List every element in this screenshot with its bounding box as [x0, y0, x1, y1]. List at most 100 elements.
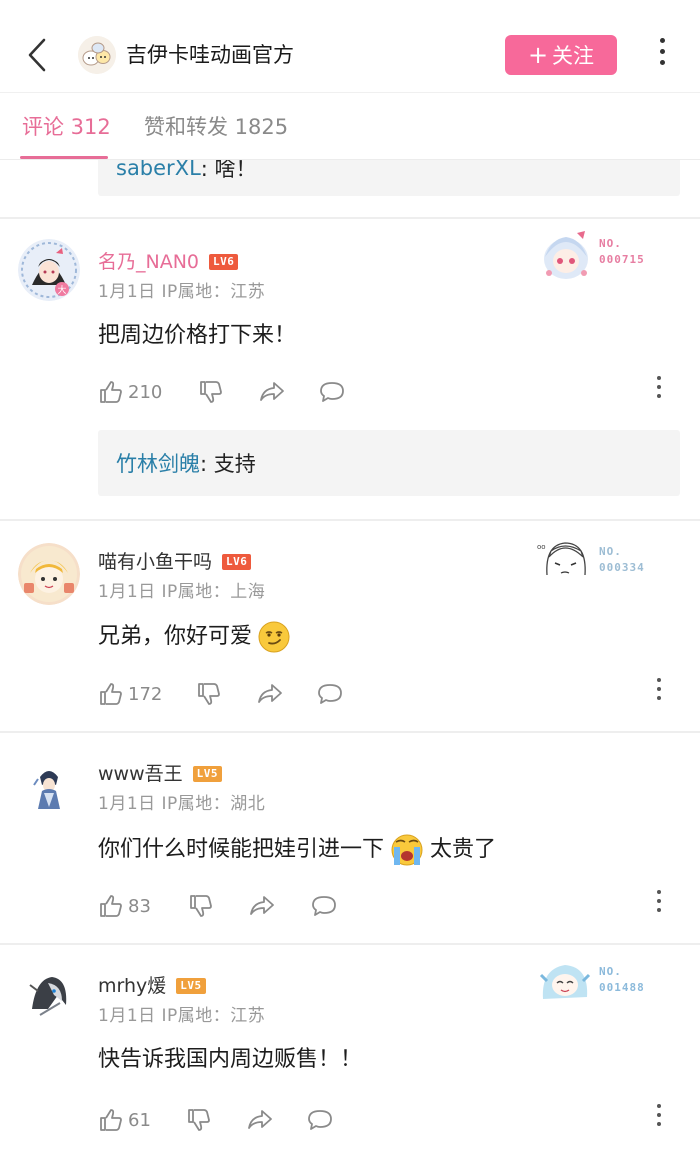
- comment-meta: 1月1日 IP属地：江苏: [98, 1006, 266, 1026]
- fan-medal[interactable]: oo NO. 000334: [535, 535, 665, 597]
- author-name[interactable]: mrhy煖: [98, 973, 166, 999]
- comment-item: mrhy煖 LV5 1月1日 IP属地：江苏 快告诉我国内周边贩售！！ NO. …: [0, 945, 700, 1161]
- svg-text:大: 大: [57, 284, 66, 296]
- comment-item: www吾王 LV5 1月1日 IP属地：湖北 你们什么时候能把娃引进一下 太贵了…: [0, 733, 700, 943]
- level-badge: LV5: [176, 978, 206, 994]
- avatar[interactable]: [18, 965, 80, 1027]
- level-badge: LV6: [209, 254, 239, 270]
- thumbs-up-icon: [100, 895, 122, 917]
- share-button[interactable]: [248, 890, 276, 922]
- share-icon: [250, 896, 274, 915]
- reply-preview[interactable]: saberXL : 啥！: [98, 160, 680, 196]
- crying-emoji-icon: [391, 834, 423, 866]
- thumbs-up-icon: [100, 381, 122, 403]
- thumbs-down-icon: [198, 683, 220, 705]
- back-icon[interactable]: [24, 36, 50, 74]
- tab-likes-reposts[interactable]: 赞和转发 1825: [144, 113, 288, 141]
- reply-button[interactable]: [318, 376, 346, 408]
- follow-button[interactable]: + 关注: [505, 35, 617, 75]
- comment-text-content: 兄弟，你好可爱: [98, 624, 253, 649]
- comment-text[interactable]: 快告诉我国内周边贩售！！: [98, 1044, 362, 1076]
- comment-text[interactable]: 兄弟，你好可爱: [98, 621, 290, 653]
- reply-button[interactable]: [316, 678, 344, 710]
- comment-author[interactable]: 喵有小鱼干吗 LV6: [98, 549, 252, 575]
- reply-author[interactable]: 竹林剑魄: [116, 448, 200, 478]
- comment-text-content: 把周边价格打下来！: [98, 323, 297, 348]
- medal-character-icon: [539, 965, 591, 999]
- thumbs-down-icon: [190, 895, 212, 917]
- reply-author[interactable]: saberXL: [116, 160, 201, 180]
- comment-item: 大 名乃_NAN0 LV6 1月1日 IP属地：江苏 把周边价格打下来！ NO.…: [0, 219, 700, 519]
- comment-author[interactable]: mrhy煖 LV5: [98, 973, 206, 999]
- medal-character-icon: oo: [537, 542, 586, 576]
- account-avatar[interactable]: [78, 36, 116, 74]
- active-tab-indicator: [20, 156, 108, 159]
- like-count: 83: [128, 895, 151, 917]
- comment-author[interactable]: www吾王 LV5: [98, 761, 222, 787]
- like-button[interactable]: 61: [98, 1104, 151, 1136]
- reply-text: : 支持: [200, 452, 256, 476]
- avatar[interactable]: [18, 755, 80, 817]
- author-name[interactable]: 名乃_NAN0: [98, 249, 199, 275]
- more-vertical-icon[interactable]: [652, 38, 672, 74]
- comment-actions: 61: [98, 1104, 678, 1136]
- comment-text-content: 快告诉我国内周边贩售！！: [98, 1047, 363, 1072]
- author-name[interactable]: 喵有小鱼干吗: [98, 549, 212, 575]
- more-vertical-icon[interactable]: [654, 890, 664, 917]
- thumbs-up-icon: [100, 683, 122, 705]
- medal-label: NO. 000715: [599, 237, 645, 266]
- like-button[interactable]: 210: [98, 376, 162, 408]
- thumbs-down-icon: [200, 381, 222, 403]
- medal-label: NO. 000334: [599, 545, 645, 574]
- like-button[interactable]: 172: [98, 678, 162, 710]
- dislike-button[interactable]: [196, 678, 222, 710]
- dislike-button[interactable]: [188, 890, 214, 922]
- reply-button[interactable]: [306, 1104, 334, 1136]
- more-vertical-icon[interactable]: [654, 376, 664, 403]
- svg-text:oo: oo: [537, 543, 546, 551]
- reply-button[interactable]: [310, 890, 338, 922]
- avatar[interactable]: [18, 543, 80, 605]
- share-icon: [258, 684, 282, 703]
- dislike-button[interactable]: [198, 376, 224, 408]
- dislike-button[interactable]: [186, 1104, 212, 1136]
- reply-preview[interactable]: 竹林剑魄 : 支持: [98, 430, 680, 496]
- medal-character-icon: [544, 231, 588, 279]
- author-name[interactable]: www吾王: [98, 761, 183, 787]
- comment-actions: 210: [98, 376, 678, 408]
- share-icon: [260, 382, 284, 401]
- comment-bubble-icon: [318, 684, 342, 704]
- share-button[interactable]: [246, 1104, 274, 1136]
- avatar[interactable]: 大: [18, 239, 80, 301]
- comment-list[interactable]: saberXL : 啥！ 大 名乃_NAN0 LV6 1月1日 IP属地：江苏 …: [0, 160, 700, 1161]
- more-vertical-icon[interactable]: [654, 678, 664, 705]
- comment-meta: 1月1日 IP属地：上海: [98, 582, 266, 602]
- smirk-emoji-icon: [258, 621, 290, 653]
- fan-medal[interactable]: NO. 000715: [535, 225, 665, 287]
- share-button[interactable]: [256, 678, 284, 710]
- like-button[interactable]: 83: [98, 890, 151, 922]
- like-count: 210: [128, 381, 163, 403]
- tab-bar: 评论 312 赞和转发 1825: [0, 92, 700, 160]
- level-badge: LV5: [192, 766, 222, 782]
- comment-item: 喵有小鱼干吗 LV6 1月1日 IP属地：上海 兄弟，你好可爱 oo NO. 0…: [0, 521, 700, 731]
- tab-comments[interactable]: 评论 312: [22, 113, 111, 141]
- comment-bubble-icon: [308, 1110, 332, 1130]
- like-count: 61: [128, 1109, 151, 1131]
- thumbs-down-icon: [188, 1109, 210, 1131]
- share-button[interactable]: [258, 376, 286, 408]
- comment-text[interactable]: 把周边价格打下来！: [98, 320, 296, 352]
- comment-actions: 172: [98, 678, 678, 710]
- fan-medal[interactable]: NO. 001488: [535, 955, 665, 1017]
- plus-icon: +: [527, 41, 549, 69]
- comment-bubble-icon: [312, 896, 336, 916]
- comment-author[interactable]: 名乃_NAN0 LV6: [98, 249, 239, 275]
- comment-text-tail: 太贵了: [430, 837, 497, 862]
- top-bar: 吉伊卡哇动画官方 + 关注: [0, 0, 700, 92]
- comment-text-content: 你们什么时候能把娃引进一下: [98, 837, 385, 862]
- more-vertical-icon[interactable]: [654, 1104, 664, 1131]
- reply-text: : 啥！: [200, 160, 257, 181]
- comment-text[interactable]: 你们什么时候能把娃引进一下 太贵了: [98, 833, 496, 867]
- comment-meta: 1月1日 IP属地：江苏: [98, 282, 266, 302]
- comment-bubble-icon: [320, 382, 344, 402]
